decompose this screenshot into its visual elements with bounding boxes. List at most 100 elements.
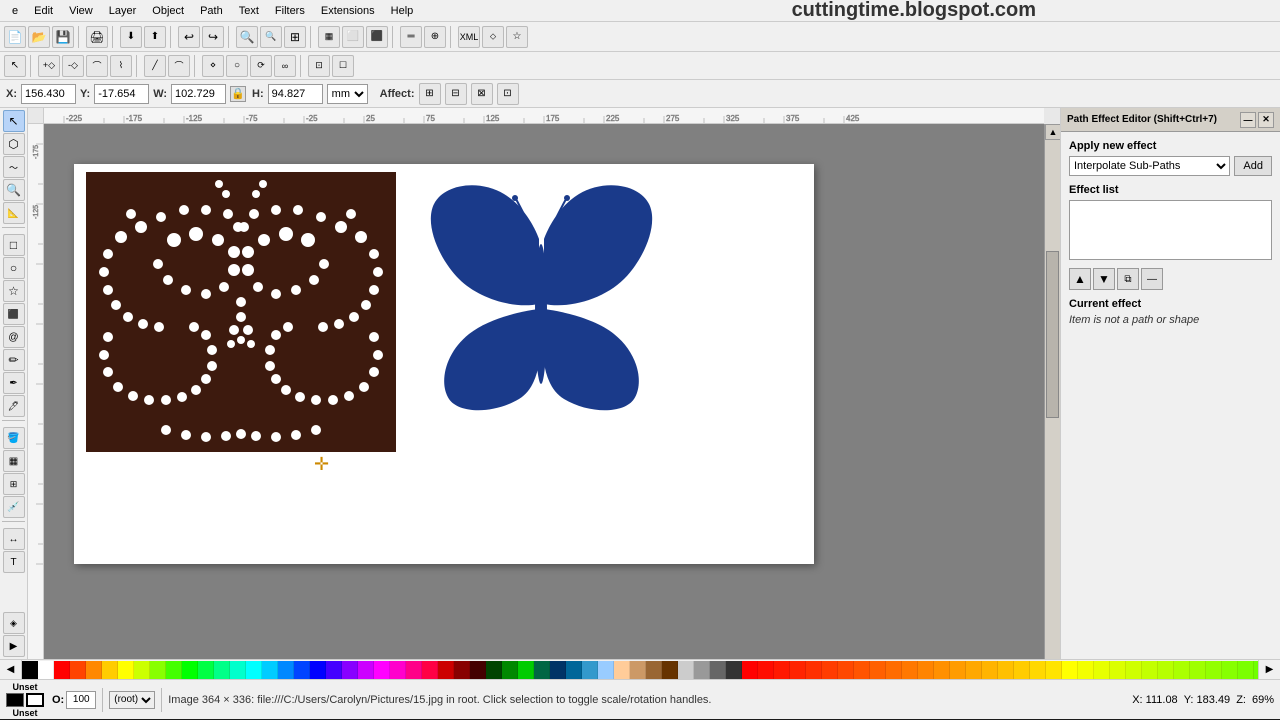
zoom-tool[interactable]: 🔍 [3,179,25,201]
select-all-button[interactable]: ▦ [318,26,340,48]
color-cell-30[interactable] [502,661,518,679]
grad-color-cell-26[interactable] [1158,661,1174,679]
grad-color-cell-31[interactable] [1238,661,1254,679]
calligraphy-tool[interactable]: 🖊 [3,395,25,417]
grad-color-cell-29[interactable] [1206,661,1222,679]
show-handles-btn[interactable]: ⊡ [308,55,330,77]
grad-color-cell-23[interactable] [1110,661,1126,679]
circle-tool[interactable]: ○ [3,257,25,279]
color-cell-38[interactable] [630,661,646,679]
grad-color-cell-1[interactable] [758,661,774,679]
color-cell-31[interactable] [518,661,534,679]
group-button[interactable]: ⬜ [342,26,364,48]
affect-btn1[interactable]: ⊞ [419,83,441,105]
export-button[interactable]: ⬆ [144,26,166,48]
grad-color-cell-7[interactable] [854,661,870,679]
color-cell-8[interactable] [150,661,166,679]
rect-tool[interactable]: □ [3,234,25,256]
grad-color-cell-6[interactable] [838,661,854,679]
color-cell-18[interactable] [310,661,326,679]
menu-file[interactable]: e [4,3,26,19]
color-cell-19[interactable] [326,661,342,679]
w-input[interactable] [171,84,226,104]
grad-color-cell-15[interactable] [982,661,998,679]
menu-text[interactable]: Text [231,3,267,19]
color-cell-1[interactable] [38,661,54,679]
node-auto-btn[interactable]: ∞ [274,55,296,77]
symbol-button[interactable]: ☆ [506,26,528,48]
seg-line-btn[interactable]: ╱ [144,55,166,77]
scroll-up-arrow[interactable]: ▲ [1045,124,1060,140]
color-cell-40[interactable] [662,661,678,679]
node-smooth-btn[interactable]: ○ [226,55,248,77]
color-cell-25[interactable] [422,661,438,679]
color-cell-41[interactable] [678,661,694,679]
unit-select[interactable]: mm px in pt [327,84,368,104]
color-cell-16[interactable] [278,661,294,679]
grad-color-cell-8[interactable] [870,661,886,679]
save-button[interactable]: 💾 [52,26,74,48]
color-cell-36[interactable] [598,661,614,679]
color-cell-14[interactable] [246,661,262,679]
color-cell-5[interactable] [102,661,118,679]
grad-color-cell-25[interactable] [1142,661,1158,679]
grad-color-cell-3[interactable] [790,661,806,679]
menu-view[interactable]: View [61,3,101,19]
color-cell-2[interactable] [54,661,70,679]
measure-tool[interactable]: 📐 [3,202,25,224]
add-node-btn[interactable]: +◇ [38,55,60,77]
node-cusp-btn[interactable]: ⋄ [202,55,224,77]
open-button[interactable]: 📂 [28,26,50,48]
stroke-box[interactable] [26,693,44,707]
print-button[interactable]: 🖨 [86,26,108,48]
vertical-scrollbar[interactable]: ▲ ▼ ▶ [1044,124,1060,659]
grad-color-cell-19[interactable] [1046,661,1062,679]
ungroup-button[interactable]: ⬛ [366,26,388,48]
color-cell-20[interactable] [342,661,358,679]
grad-color-cell-10[interactable] [902,661,918,679]
dropper-tool[interactable]: 💉 [3,496,25,518]
color-cell-7[interactable] [134,661,150,679]
star-tool[interactable]: ☆ [3,280,25,302]
node-join-btn[interactable]: ⌒ [86,55,108,77]
grad-color-cell-13[interactable] [950,661,966,679]
show-outline-btn[interactable]: ☐ [332,55,354,77]
affect-btn4[interactable]: ⊡ [497,83,519,105]
palette-scroll-left[interactable]: ◀ [0,660,22,680]
fill-box[interactable] [6,693,24,707]
effect-delete-btn[interactable]: — [1141,268,1163,290]
scroll-thumb-v[interactable] [1046,251,1059,418]
grad-color-cell-18[interactable] [1030,661,1046,679]
node-select-btn[interactable]: ↖ [4,55,26,77]
snap-btn[interactable]: ◈ [3,612,25,634]
select-tool[interactable]: ↖ [3,110,25,132]
color-cell-10[interactable] [182,661,198,679]
pee-close-btn[interactable]: ✕ [1258,112,1274,128]
spiral-tool[interactable]: @ [3,326,25,348]
grad-color-cell-17[interactable] [1014,661,1030,679]
grad-color-cell-12[interactable] [934,661,950,679]
undo-button[interactable]: ↩ [178,26,200,48]
menu-help[interactable]: Help [383,3,422,19]
grad-color-cell-20[interactable] [1062,661,1078,679]
opacity-input[interactable] [66,691,96,709]
pencil-tool[interactable]: ✏ [3,349,25,371]
affect-btn3[interactable]: ⊠ [471,83,493,105]
color-cell-11[interactable] [198,661,214,679]
pen-tool[interactable]: ✒ [3,372,25,394]
grad-color-cell-27[interactable] [1174,661,1190,679]
color-cell-13[interactable] [230,661,246,679]
color-cell-35[interactable] [582,661,598,679]
mesh-tool[interactable]: ⊞ [3,473,25,495]
color-cell-0[interactable] [22,661,38,679]
text-tool[interactable]: T [3,551,25,573]
xml-button[interactable]: XML [458,26,480,48]
color-cell-21[interactable] [358,661,374,679]
x-input[interactable] [21,84,76,104]
fill-stroke-button[interactable]: ⬦ [482,26,504,48]
import-button[interactable]: ⬇ [120,26,142,48]
seg-curve-btn[interactable]: ⌒ [168,55,190,77]
node-symmetric-btn[interactable]: ⟳ [250,55,272,77]
grad-color-cell-11[interactable] [918,661,934,679]
color-cell-27[interactable] [454,661,470,679]
